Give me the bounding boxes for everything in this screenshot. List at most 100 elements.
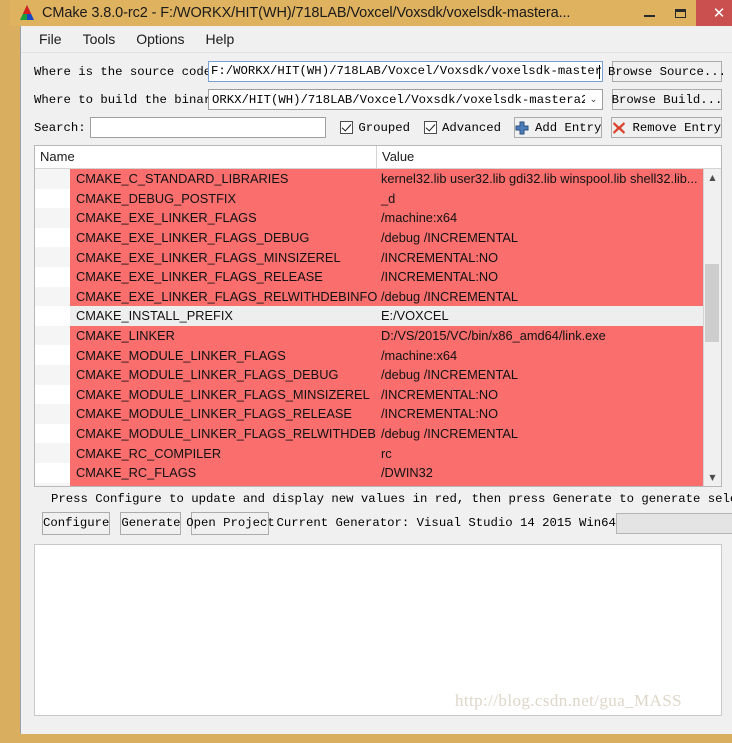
cell-variable-name[interactable]: CMAKE_MODULE_LINKER_FLAGS [70,348,377,363]
cell-variable-value[interactable]: /machine:x64 [377,348,703,363]
generate-button[interactable]: Generate [120,511,182,535]
current-generator-label: Current Generator: Visual Studio 14 2015… [276,516,616,530]
table-row[interactable]: CMAKE_EXE_LINKER_FLAGS_MINSIZEREL/INCREM… [35,247,703,267]
table-row[interactable]: CMAKE_MODULE_LINKER_FLAGS/machine:x64 [35,345,703,365]
cell-variable-value[interactable]: /debug /INCREMENTAL [377,426,703,441]
close-button[interactable]: ✕ [696,0,732,26]
close-icon: ✕ [712,3,726,22]
scrollbar-track[interactable] [704,186,721,469]
progress-bar [615,512,732,534]
cell-variable-name[interactable]: CMAKE_RC_COMPILER [70,446,377,461]
cell-variable-value[interactable]: /debug /INCREMENTAL [377,230,703,245]
row-gutter [35,227,70,248]
source-row: Where is the source code: F:/WORKX/HIT(W… [34,61,726,82]
row-content: CMAKE_DEBUG_POSTFIX _d [70,188,703,209]
cell-variable-value[interactable]: /debug /INCREMENTAL [377,289,703,304]
menu-item-options[interactable]: Options [127,29,193,49]
table-row[interactable]: CMAKE_EXE_LINKER_FLAGS/machine:x64 [35,208,703,228]
chevron-up-icon[interactable]: ▲ [704,169,721,186]
cell-variable-value[interactable]: /INCREMENTAL:NO [377,250,703,265]
cell-variable-name[interactable]: CMAKE_SHARED_LINKER_FLAGS [70,485,377,486]
add-entry-button[interactable]: Add Entry [514,117,603,138]
table-row[interactable]: CMAKE_EXE_LINKER_FLAGS_RELWITHDEBINFO/de… [35,286,703,307]
cell-variable-value[interactable]: /INCREMENTAL:NO [377,406,703,421]
configure-button[interactable]: Configure [42,511,111,535]
row-content: CMAKE_EXE_LINKER_FLAGS/machine:x64 [70,208,703,228]
row-content: CMAKE_RC_COMPILER rc [70,443,703,463]
search-input[interactable] [90,117,327,138]
cell-variable-name[interactable]: CMAKE_EXE_LINKER_FLAGS [70,210,377,225]
cell-variable-name[interactable]: CMAKE_MODULE_LINKER_FLAGS_MINSIZEREL [70,387,377,402]
row-content: CMAKE_MODULE_LINKER_FLAGS/machine:x64 [70,345,703,365]
maximize-icon [675,8,686,18]
column-header-name[interactable]: Name [35,146,377,168]
menu-item-file[interactable]: File [30,29,71,49]
cell-variable-name[interactable]: CMAKE_DEBUG_POSTFIX [70,191,377,206]
cell-variable-name[interactable]: CMAKE_EXE_LINKER_FLAGS_DEBUG [70,230,377,245]
table-row[interactable]: CMAKE_EXE_LINKER_FLAGS_DEBUG/debug /INCR… [35,227,703,248]
chevron-down-icon[interactable]: ▼ [704,469,721,486]
browse-source-button[interactable]: Browse Source... [608,61,726,82]
table-row[interactable]: CMAKE_MODULE_LINKER_FLAGS_RELEASE/INCREM… [35,404,703,424]
cell-variable-name[interactable]: CMAKE_EXE_LINKER_FLAGS_RELEASE [70,269,377,284]
source-path-input[interactable]: F:/WORKX/HIT(WH)/718LAB/Voxcel/Voxsdk/vo… [208,61,603,82]
cell-variable-value[interactable]: /INCREMENTAL:NO [377,269,703,284]
row-gutter [35,364,70,385]
search-row: Search: Grouped Advanced Add Entry Remov… [34,117,722,138]
row-content: CMAKE_LINKER D:/VS/2015/VC/bin/x86_amd64/… [70,325,703,346]
remove-entry-button[interactable]: Remove Entry [611,117,722,138]
maximize-button[interactable] [665,0,696,26]
cell-variable-value[interactable]: /DWIN32 [377,465,703,480]
cell-variable-name[interactable]: CMAKE_MODULE_LINKER_FLAGS_DEBUG [70,367,377,382]
minimize-button[interactable] [634,0,665,26]
table-row[interactable]: CMAKE_EXE_LINKER_FLAGS_RELEASE/INCREMENT… [35,266,703,287]
row-content: CMAKE_SHARED_LINKER_FLAGS/machine:x64 [70,482,703,486]
row-gutter [35,462,70,483]
table-vertical-scrollbar[interactable]: ▲ ▼ [703,169,721,486]
table-row[interactable]: CMAKE_MODULE_LINKER_FLAGS_DEBUG/debug /I… [35,364,703,385]
column-header-value[interactable]: Value [377,146,721,168]
table-row[interactable]: CMAKE_MODULE_LINKER_FLAGS_MINSIZEREL/INC… [35,384,703,405]
table-row[interactable]: CMAKE_SHARED_LINKER_FLAGS/machine:x64 [35,482,703,486]
table-row[interactable]: CMAKE_RC_COMPILER rc [35,443,703,463]
row-content: CMAKE_EXE_LINKER_FLAGS_RELEASE/INCREMENT… [70,266,703,287]
cell-variable-name[interactable]: CMAKE_EXE_LINKER_FLAGS_RELWITHDEBINFO [70,289,377,304]
cell-variable-name[interactable]: CMAKE_EXE_LINKER_FLAGS_MINSIZEREL [70,250,377,265]
grouped-checkbox[interactable]: Grouped [340,121,410,135]
table-row[interactable]: CMAKE_C_STANDARD_LIBRARIES kernel32.lib u… [35,169,703,189]
cell-variable-name[interactable]: CMAKE_INSTALL_PREFIX [70,308,377,323]
row-gutter [35,188,70,209]
table-row[interactable]: CMAKE_DEBUG_POSTFIX _d [35,188,703,209]
cell-variable-value[interactable]: rc [377,446,703,461]
output-log-panel[interactable]: http://blog.csdn.net/gua_MASS [34,544,722,716]
menu-item-help[interactable]: Help [197,29,244,49]
cell-variable-name[interactable]: CMAKE_MODULE_LINKER_FLAGS_RELWITHDEBINFO [70,426,377,441]
scrollbar-thumb[interactable] [705,264,719,342]
cell-variable-value[interactable]: kernel32.lib user32.lib gdi32.lib winspo… [377,171,703,186]
table-row[interactable]: CMAKE_INSTALL_PREFIX E:/VOXCEL [35,306,703,326]
cell-variable-name[interactable]: CMAKE_RC_FLAGS [70,465,377,480]
build-path-combobox[interactable]: ORKX/HIT(WH)/718LAB/Voxcel/Voxsdk/voxels… [208,89,603,110]
row-gutter [35,423,70,444]
table-row[interactable]: CMAKE_MODULE_LINKER_FLAGS_RELWITHDEBINFO… [35,423,703,444]
cell-variable-value[interactable]: /machine:x64 [377,210,703,225]
browse-build-button[interactable]: Browse Build... [612,89,722,110]
row-gutter [35,345,70,365]
advanced-checkbox[interactable]: Advanced [423,121,501,135]
cell-variable-value[interactable]: /debug /INCREMENTAL [377,367,703,382]
cell-variable-value[interactable]: E:/VOXCEL [377,308,703,323]
open-project-button[interactable]: Open Project [186,511,275,535]
cell-variable-name[interactable]: CMAKE_MODULE_LINKER_FLAGS_RELEASE [70,406,377,421]
chevron-down-icon[interactable]: ⌄ [585,95,602,105]
window-title: CMake 3.8.0-rc2 - F:/WORKX/HIT(WH)/718LA… [42,5,571,21]
cell-variable-name[interactable]: CMAKE_C_STANDARD_LIBRARIES [70,171,377,186]
add-entry-label: Add Entry [535,120,602,135]
cell-variable-name[interactable]: CMAKE_LINKER [70,328,377,343]
table-row[interactable]: CMAKE_RC_FLAGS/DWIN32 [35,462,703,483]
cell-variable-value[interactable]: /machine:x64 [377,485,703,486]
cell-variable-value[interactable]: _d [377,191,703,206]
menu-item-tools[interactable]: Tools [74,29,125,49]
cell-variable-value[interactable]: D:/VS/2015/VC/bin/x86_amd64/link.exe [377,328,703,343]
table-row[interactable]: CMAKE_LINKER D:/VS/2015/VC/bin/x86_amd64/… [35,325,703,346]
cell-variable-value[interactable]: /INCREMENTAL:NO [377,387,703,402]
